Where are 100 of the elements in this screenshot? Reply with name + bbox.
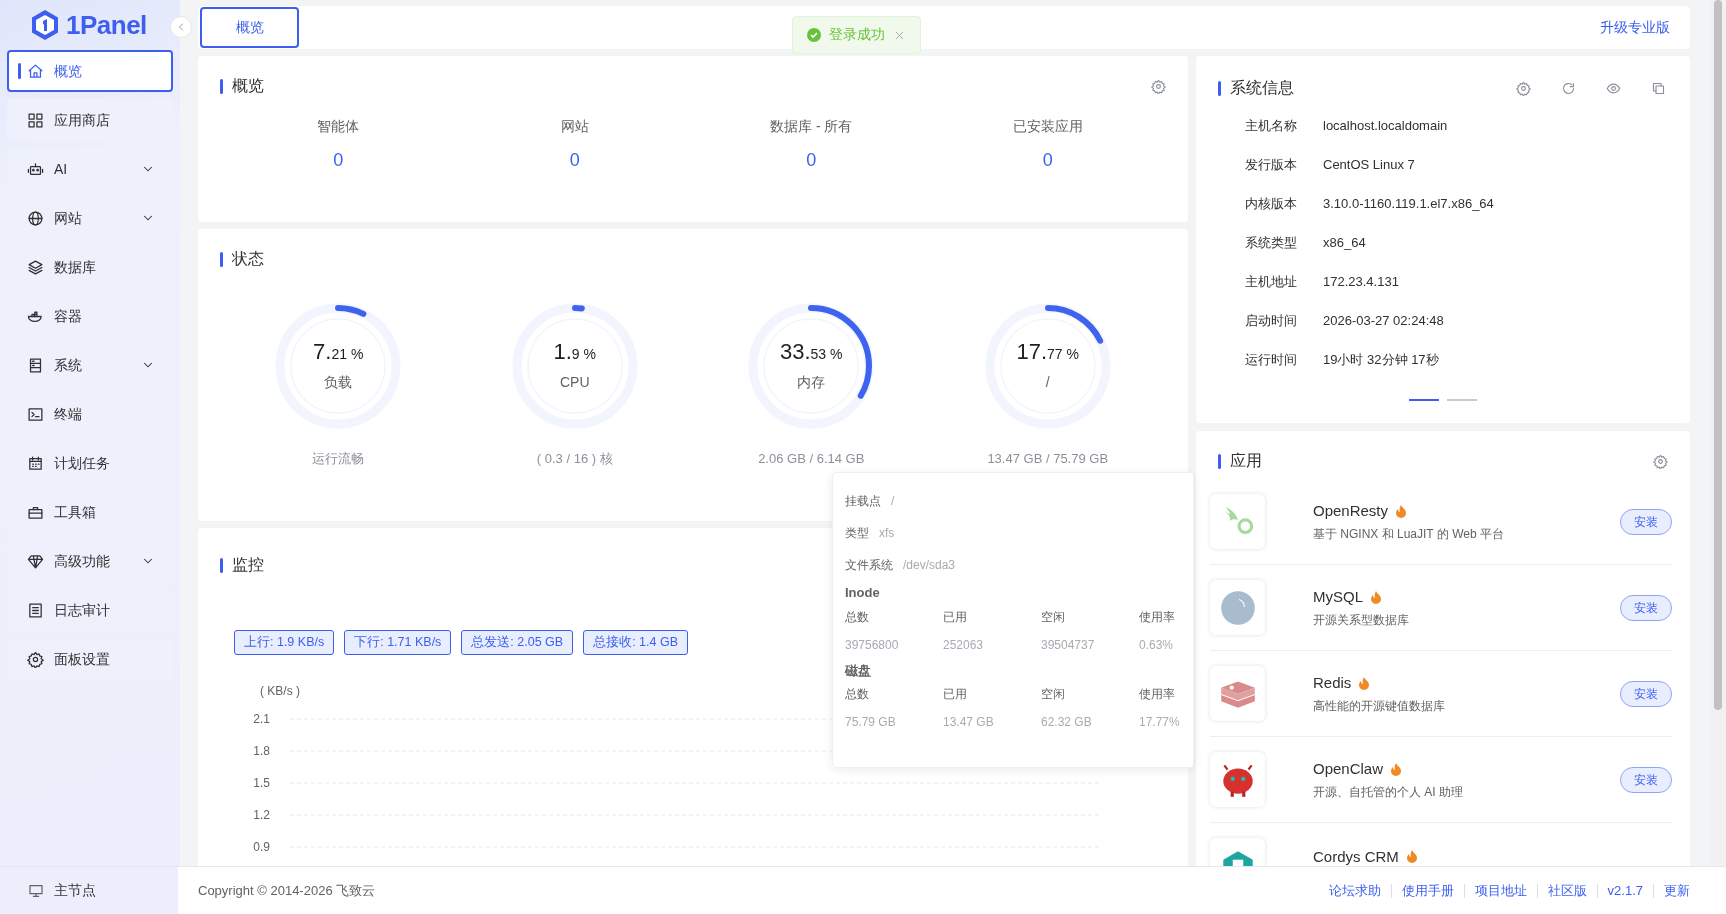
info-label: 系统类型	[1245, 233, 1298, 252]
layers-icon	[27, 258, 44, 276]
install-button[interactable]: 安装	[1620, 508, 1672, 535]
stat-value[interactable]: 0	[333, 150, 344, 170]
footer-link[interactable]: v2.1.7	[1607, 880, 1643, 901]
column-header: 使用率	[1139, 608, 1175, 626]
upgrade-link[interactable]: 升级专业版	[1600, 17, 1670, 38]
refresh-button[interactable]	[1561, 80, 1576, 96]
home-icon	[27, 62, 44, 80]
logo-icon	[30, 9, 60, 41]
settings-icon	[27, 650, 44, 668]
popover-value: /	[891, 493, 895, 510]
table-cell-text: 13.47 GB	[943, 714, 994, 731]
settings-button[interactable]	[1516, 80, 1531, 96]
scrollbar[interactable]	[1710, 0, 1726, 866]
gauge-detail: 2.06 GB / 6.14 GB	[758, 451, 865, 466]
settings-button[interactable]	[1151, 78, 1166, 94]
popover-label: 挂载点	[845, 493, 881, 510]
visibility-button[interactable]	[1606, 80, 1621, 96]
page-tab[interactable]: 概览	[200, 7, 299, 48]
table-cell-text: 17.77%	[1139, 714, 1180, 731]
gauge-detail: 运行流畅	[312, 451, 365, 466]
card-title: 系统信息	[1218, 76, 1294, 100]
axis-tick-label: 1.5	[253, 775, 270, 790]
node-label[interactable]: 主节点	[54, 880, 96, 901]
stat-label: 已安装应用	[1012, 117, 1083, 136]
footer-link[interactable]: 项目地址	[1474, 880, 1527, 901]
stat-value[interactable]: 0	[1042, 150, 1053, 170]
column-header: 使用率	[1139, 686, 1175, 703]
refresh-icon	[1561, 80, 1576, 96]
app-name[interactable]: Redis	[1313, 672, 1352, 695]
install-button[interactable]: 安装	[1620, 766, 1672, 793]
settings-button[interactable]	[1653, 453, 1668, 469]
info-label: 运行时间	[1245, 350, 1298, 369]
app-name[interactable]: MySQL	[1313, 586, 1363, 609]
footer-link[interactable]: 论坛求助	[1328, 880, 1381, 901]
axis-unit-label: ( KB/s )	[260, 683, 300, 698]
column-header: 总数	[845, 686, 869, 703]
table-cell-text: 252063	[943, 636, 984, 654]
table-cell-text: 39504737	[1041, 636, 1095, 654]
settings-icon	[1516, 80, 1531, 96]
collapse-button[interactable]	[170, 16, 192, 38]
section-title: 磁盘	[845, 662, 871, 678]
gauge-value: 1.9 %	[553, 339, 596, 364]
app-name[interactable]: OpenResty	[1313, 500, 1389, 523]
app-description: 高性能的开源键值数据库	[1313, 697, 1445, 715]
copy-button[interactable]	[1651, 80, 1666, 96]
gauge-label: 负载	[324, 373, 353, 392]
app-name[interactable]: OpenClaw	[1313, 758, 1384, 781]
grid-icon	[27, 111, 44, 129]
gauge-label: /	[1045, 373, 1050, 392]
table-cell-text: 62.32 GB	[1041, 714, 1092, 731]
list-icon	[27, 601, 44, 619]
stat-tag: 上行: 1.9 KB/s	[234, 630, 335, 655]
globe-icon	[27, 209, 44, 227]
popover-label: 类型	[845, 525, 869, 542]
server-icon	[27, 356, 44, 374]
stat-value[interactable]: 0	[806, 150, 817, 170]
install-button[interactable]: 安装	[1620, 680, 1672, 707]
footer-link[interactable]: 更新	[1664, 880, 1690, 901]
popover-label: 文件系统	[845, 557, 893, 574]
info-value: localhost.localdomain	[1323, 116, 1448, 135]
settings-icon	[1151, 78, 1166, 94]
stat-tag: 下行: 1.71 KB/s	[344, 630, 452, 655]
stat-label: 网站	[560, 117, 589, 136]
gauge-detail: ( 0.3 / 16 ) 核	[536, 451, 613, 466]
stat-label: 数据库 - 所有	[770, 117, 853, 136]
settings-icon	[1653, 453, 1668, 469]
app-description: 开源关系型数据库	[1313, 611, 1409, 629]
axis-tick-label: 0.9	[253, 839, 270, 854]
info-label: 内核版本	[1245, 194, 1298, 213]
info-value: x86_64	[1323, 233, 1366, 252]
copyright-text: Copyright © 2014-2026 飞致云	[198, 881, 376, 900]
column-header: 已用	[943, 608, 967, 626]
table-cell-text: 0.63%	[1139, 636, 1174, 654]
install-button[interactable]: 安装	[1620, 594, 1672, 621]
table-cell-text: 75.79 GB	[845, 714, 896, 731]
footer-link[interactable]: 使用手册	[1401, 880, 1454, 901]
app-name[interactable]: Cordys CRM	[1313, 845, 1399, 866]
toast-message: 登录成功	[829, 25, 885, 44]
monitor-icon	[28, 882, 44, 899]
robot-icon	[27, 160, 44, 178]
sidebar-item[interactable]: 概览	[7, 50, 173, 92]
copy-icon	[1651, 80, 1666, 96]
stat-tag: 总发送: 2.05 GB	[461, 630, 574, 655]
diamond-icon	[27, 552, 44, 570]
logo-text: 1Panel	[66, 8, 147, 42]
footer-link[interactable]: 社区版	[1547, 880, 1587, 901]
info-label: 主机地址	[1245, 272, 1298, 291]
eye-icon	[1606, 80, 1621, 96]
info-label: 主机名称	[1245, 116, 1298, 135]
info-value: CentOS Linux 7	[1323, 155, 1415, 174]
gauge-label: 内存	[797, 373, 826, 392]
column-header: 空闲	[1041, 608, 1065, 626]
stat-value[interactable]: 0	[569, 150, 580, 170]
axis-tick-label: 1.8	[253, 743, 270, 758]
column-header: 总数	[845, 608, 869, 626]
stat-tag: 总接收: 1.4 GB	[583, 630, 689, 655]
card-title: 概览	[220, 74, 264, 98]
popover-value: xfs	[879, 525, 895, 542]
